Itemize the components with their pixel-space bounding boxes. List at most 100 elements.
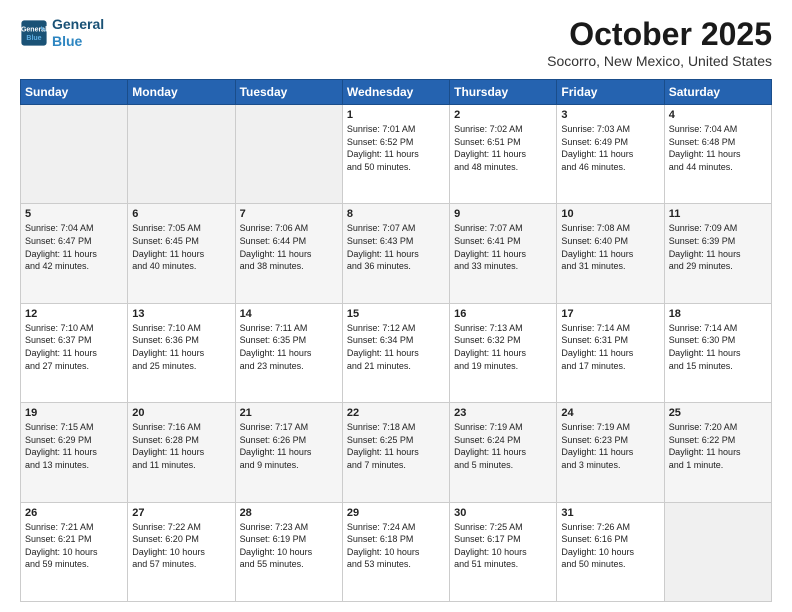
calendar-header-row: Sunday Monday Tuesday Wednesday Thursday… <box>21 80 772 105</box>
col-monday: Monday <box>128 80 235 105</box>
table-row: 28 Sunrise: 7:23 AM Sunset: 6:19 PM Dayli… <box>235 502 342 601</box>
table-row: 12 Sunrise: 7:10 AM Sunset: 6:37 PM Dayli… <box>21 303 128 402</box>
main-title: October 2025 <box>547 16 772 53</box>
cell-date: 6 <box>132 208 230 220</box>
cell-date: 26 <box>25 507 123 519</box>
cell-info: Sunrise: 7:13 AM Sunset: 6:32 PM Dayligh… <box>454 322 552 372</box>
col-sunday: Sunday <box>21 80 128 105</box>
cell-info: Sunrise: 7:17 AM Sunset: 6:26 PM Dayligh… <box>240 421 338 471</box>
svg-text:Blue: Blue <box>26 35 41 42</box>
cell-date: 27 <box>132 507 230 519</box>
table-row: 10 Sunrise: 7:08 AM Sunset: 6:40 PM Dayli… <box>557 204 664 303</box>
cell-date: 9 <box>454 208 552 220</box>
cell-info: Sunrise: 7:01 AM Sunset: 6:52 PM Dayligh… <box>347 123 445 173</box>
page: General Blue General Blue October 2025 S… <box>0 0 792 612</box>
cell-info: Sunrise: 7:14 AM Sunset: 6:30 PM Dayligh… <box>669 322 767 372</box>
cell-info: Sunrise: 7:15 AM Sunset: 6:29 PM Dayligh… <box>25 421 123 471</box>
cell-info: Sunrise: 7:10 AM Sunset: 6:37 PM Dayligh… <box>25 322 123 372</box>
cell-date: 20 <box>132 407 230 419</box>
cell-info: Sunrise: 7:21 AM Sunset: 6:21 PM Dayligh… <box>25 521 123 571</box>
cell-date: 18 <box>669 308 767 320</box>
cell-info: Sunrise: 7:09 AM Sunset: 6:39 PM Dayligh… <box>669 222 767 272</box>
cell-info: Sunrise: 7:04 AM Sunset: 6:48 PM Dayligh… <box>669 123 767 173</box>
cell-date: 2 <box>454 109 552 121</box>
cell-date: 12 <box>25 308 123 320</box>
table-row: 9 Sunrise: 7:07 AM Sunset: 6:41 PM Daylig… <box>450 204 557 303</box>
table-row: 25Sunrise: 7:20 AM Sunset: 6:22 PM Dayli… <box>664 403 771 502</box>
table-row: 15 Sunrise: 7:12 AM Sunset: 6:34 PM Dayli… <box>342 303 449 402</box>
cell-info: Sunrise: 7:12 AM Sunset: 6:34 PM Dayligh… <box>347 322 445 372</box>
cell-info: Sunrise: 7:11 AM Sunset: 6:35 PM Dayligh… <box>240 322 338 372</box>
table-row <box>235 105 342 204</box>
cell-date: 17 <box>561 308 659 320</box>
cell-info: Sunrise: 7:07 AM Sunset: 6:43 PM Dayligh… <box>347 222 445 272</box>
cell-info: Sunrise: 7:22 AM Sunset: 6:20 PM Dayligh… <box>132 521 230 571</box>
cell-info: Sunrise: 7:04 AM Sunset: 6:47 PM Dayligh… <box>25 222 123 272</box>
subtitle: Socorro, New Mexico, United States <box>547 53 772 69</box>
table-row: 8Sunrise: 7:07 AM Sunset: 6:43 PM Daylig… <box>342 204 449 303</box>
cell-info: Sunrise: 7:19 AM Sunset: 6:23 PM Dayligh… <box>561 421 659 471</box>
cell-date: 5 <box>25 208 123 220</box>
table-row: 18 Sunrise: 7:14 AM Sunset: 6:30 PM Dayli… <box>664 303 771 402</box>
logo: General Blue General Blue <box>20 16 104 50</box>
cell-info: Sunrise: 7:08 AM Sunset: 6:40 PM Dayligh… <box>561 222 659 272</box>
cell-info: Sunrise: 7:03 AM Sunset: 6:49 PM Dayligh… <box>561 123 659 173</box>
cell-date: 21 <box>240 407 338 419</box>
calendar-table: Sunday Monday Tuesday Wednesday Thursday… <box>20 79 772 602</box>
table-row <box>664 502 771 601</box>
cell-date: 11 <box>669 208 767 220</box>
cell-info: Sunrise: 7:14 AM Sunset: 6:31 PM Dayligh… <box>561 322 659 372</box>
col-friday: Friday <box>557 80 664 105</box>
logo-text: General Blue <box>52 16 104 50</box>
table-row: 23Sunrise: 7:19 AM Sunset: 6:24 PM Dayli… <box>450 403 557 502</box>
cell-info: Sunrise: 7:16 AM Sunset: 6:28 PM Dayligh… <box>132 421 230 471</box>
cell-date: 1 <box>347 109 445 121</box>
cell-date: 3 <box>561 109 659 121</box>
table-row: 11 Sunrise: 7:09 AM Sunset: 6:39 PM Dayli… <box>664 204 771 303</box>
cell-info: Sunrise: 7:25 AM Sunset: 6:17 PM Dayligh… <box>454 521 552 571</box>
table-row: 31Sunrise: 7:26 AM Sunset: 6:16 PM Dayli… <box>557 502 664 601</box>
cell-info: Sunrise: 7:07 AM Sunset: 6:41 PM Dayligh… <box>454 222 552 272</box>
cell-date: 28 <box>240 507 338 519</box>
cell-date: 7 <box>240 208 338 220</box>
logo-icon: General Blue <box>20 19 48 47</box>
cell-info: Sunrise: 7:18 AM Sunset: 6:25 PM Dayligh… <box>347 421 445 471</box>
table-row: 27 Sunrise: 7:22 AM Sunset: 6:20 PM Dayli… <box>128 502 235 601</box>
cell-info: Sunrise: 7:20 AM Sunset: 6:22 PM Dayligh… <box>669 421 767 471</box>
table-row: 16Sunrise: 7:13 AM Sunset: 6:32 PM Dayli… <box>450 303 557 402</box>
calendar-week-row: 19Sunrise: 7:15 AM Sunset: 6:29 PM Dayli… <box>21 403 772 502</box>
cell-date: 22 <box>347 407 445 419</box>
cell-info: Sunrise: 7:23 AM Sunset: 6:19 PM Dayligh… <box>240 521 338 571</box>
table-row: 29Sunrise: 7:24 AM Sunset: 6:18 PM Dayli… <box>342 502 449 601</box>
col-wednesday: Wednesday <box>342 80 449 105</box>
table-row: 24 Sunrise: 7:19 AM Sunset: 6:23 PM Dayli… <box>557 403 664 502</box>
table-row: 7Sunrise: 7:06 AM Sunset: 6:44 PM Daylig… <box>235 204 342 303</box>
cell-date: 4 <box>669 109 767 121</box>
col-saturday: Saturday <box>664 80 771 105</box>
cell-date: 30 <box>454 507 552 519</box>
table-row: 19Sunrise: 7:15 AM Sunset: 6:29 PM Dayli… <box>21 403 128 502</box>
table-row: 1 Sunrise: 7:01 AM Sunset: 6:52 PM Daylig… <box>342 105 449 204</box>
table-row <box>21 105 128 204</box>
cell-info: Sunrise: 7:10 AM Sunset: 6:36 PM Dayligh… <box>132 322 230 372</box>
cell-date: 13 <box>132 308 230 320</box>
table-row: 21 Sunrise: 7:17 AM Sunset: 6:26 PM Dayli… <box>235 403 342 502</box>
table-row: 5 Sunrise: 7:04 AM Sunset: 6:47 PM Daylig… <box>21 204 128 303</box>
col-thursday: Thursday <box>450 80 557 105</box>
table-row: 14Sunrise: 7:11 AM Sunset: 6:35 PM Dayli… <box>235 303 342 402</box>
cell-info: Sunrise: 7:05 AM Sunset: 6:45 PM Dayligh… <box>132 222 230 272</box>
table-row: 6 Sunrise: 7:05 AM Sunset: 6:45 PM Daylig… <box>128 204 235 303</box>
table-row: 4 Sunrise: 7:04 AM Sunset: 6:48 PM Daylig… <box>664 105 771 204</box>
cell-date: 24 <box>561 407 659 419</box>
table-row <box>128 105 235 204</box>
calendar-week-row: 1 Sunrise: 7:01 AM Sunset: 6:52 PM Daylig… <box>21 105 772 204</box>
cell-date: 10 <box>561 208 659 220</box>
calendar-week-row: 5 Sunrise: 7:04 AM Sunset: 6:47 PM Daylig… <box>21 204 772 303</box>
table-row: 13 Sunrise: 7:10 AM Sunset: 6:36 PM Dayli… <box>128 303 235 402</box>
cell-date: 31 <box>561 507 659 519</box>
logo-line2: Blue <box>52 33 82 49</box>
cell-date: 15 <box>347 308 445 320</box>
logo-line1: General <box>52 16 104 33</box>
calendar-week-row: 26 Sunrise: 7:21 AM Sunset: 6:21 PM Dayli… <box>21 502 772 601</box>
table-row: 26 Sunrise: 7:21 AM Sunset: 6:21 PM Dayli… <box>21 502 128 601</box>
